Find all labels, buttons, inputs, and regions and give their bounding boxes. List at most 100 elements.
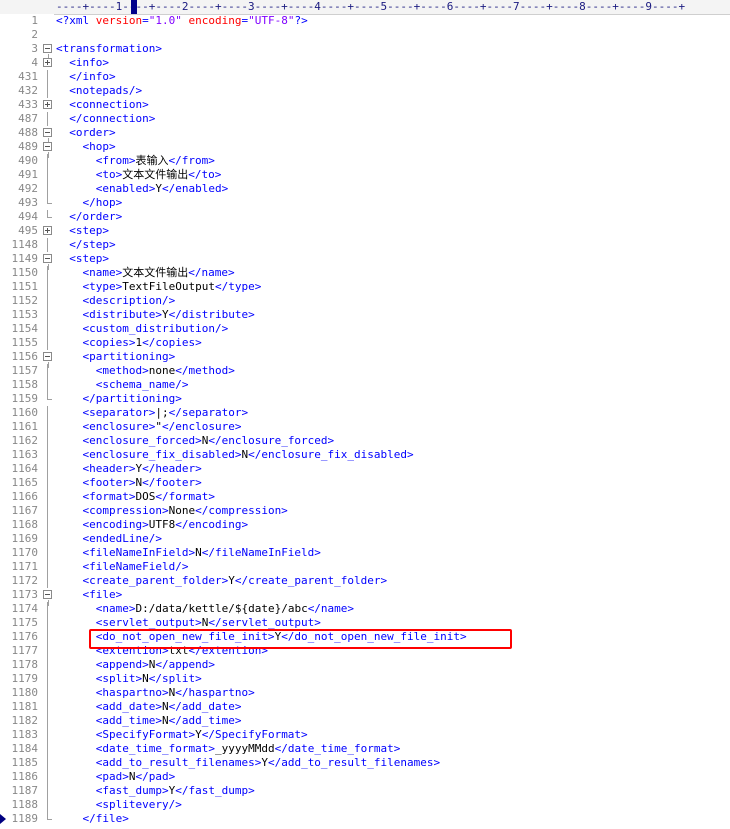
xml-tag: <name> bbox=[82, 266, 123, 279]
code-line[interactable]: 1180 <haspartno>N</haspartno> bbox=[0, 686, 730, 700]
code-line[interactable]: 1188 <splitevery/> bbox=[0, 798, 730, 812]
code-line[interactable]: 1152 <description/> bbox=[0, 294, 730, 308]
fold-collapse-icon[interactable] bbox=[43, 142, 52, 158]
xml-text: Y bbox=[155, 182, 162, 195]
line-number: 495 bbox=[18, 224, 38, 237]
code-line[interactable]: 1178 <append>N</append> bbox=[0, 658, 730, 672]
code-line[interactable]: 1148 </step> bbox=[0, 238, 730, 252]
code-line[interactable]: 1149 <step> bbox=[0, 252, 730, 270]
line-content: <date_time_format>_yyyyMMdd</date_time_f… bbox=[56, 742, 401, 756]
xml-tag: <?xml bbox=[56, 14, 96, 27]
fold-collapse-icon[interactable] bbox=[43, 128, 52, 144]
code-line[interactable]: 1 <?xml version="1.0" encoding="UTF-8"?> bbox=[0, 14, 730, 28]
fold-expand-icon[interactable] bbox=[43, 226, 52, 235]
code-line[interactable]: 1179 <split>N</split> bbox=[0, 672, 730, 686]
code-editor[interactable]: 1 <?xml version="1.0" encoding="UTF-8"?> 2… bbox=[0, 14, 730, 826]
code-line[interactable]: 1166 <format>DOS</format> bbox=[0, 490, 730, 504]
code-line[interactable]: 1158 <schema_name/> bbox=[0, 378, 730, 392]
code-line[interactable]: 494 </order> bbox=[0, 210, 730, 224]
code-line[interactable]: 1156 <partitioning> bbox=[0, 350, 730, 368]
line-content: <splitevery/> bbox=[56, 798, 182, 812]
line-content: <type>TextFileOutput</type> bbox=[56, 280, 262, 294]
code-line[interactable]: 1150 <name>文本文件输出</name> bbox=[0, 266, 730, 280]
code-line[interactable]: 1165 <footer>N</footer> bbox=[0, 476, 730, 490]
code-line[interactable]: 1187 <fast_dump>Y</fast_dump> bbox=[0, 784, 730, 798]
code-line[interactable]: 1154 <custom_distribution/> bbox=[0, 322, 730, 336]
fold-collapse-icon[interactable] bbox=[43, 352, 52, 368]
code-line[interactable]: 2 bbox=[0, 28, 730, 42]
xml-tag: <compression> bbox=[82, 504, 169, 517]
xml-text: DOS bbox=[135, 490, 156, 503]
code-line[interactable]: 432 <notepads/> bbox=[0, 84, 730, 98]
code-line[interactable]: 1175 <servlet_output>N</servlet_output> bbox=[0, 616, 730, 630]
code-line[interactable]: 491 <to>文本文件输出</to> bbox=[0, 168, 730, 182]
line-content: <append>N</append> bbox=[56, 658, 215, 672]
line-content: </partitioning> bbox=[56, 392, 182, 406]
code-line[interactable]: 495 <step> bbox=[0, 224, 730, 238]
code-line[interactable]: 1160 <separator>|;</separator> bbox=[0, 406, 730, 420]
code-line[interactable]: 493 </hop> bbox=[0, 196, 730, 210]
code-line[interactable]: 1170 <fileNameInField>N</fileNameInField… bbox=[0, 546, 730, 560]
code-line[interactable]: 1169 <endedLine/> bbox=[0, 532, 730, 546]
code-line[interactable]: 1182 <add_time>N</add_time> bbox=[0, 714, 730, 728]
code-line[interactable]: 1157 <method>none</method> bbox=[0, 364, 730, 378]
code-line[interactable]: 1162 <enclosure_forced>N</enclosure_forc… bbox=[0, 434, 730, 448]
line-content: <to>文本文件输出</to> bbox=[56, 168, 222, 182]
code-line[interactable]: 1183 <SpecifyFormat>Y</SpecifyFormat> bbox=[0, 728, 730, 742]
xml-tag: </date_time_format> bbox=[274, 742, 401, 755]
code-line[interactable]: 3 <transformation> bbox=[0, 42, 730, 60]
code-line[interactable]: 492 <enabled>Y</enabled> bbox=[0, 182, 730, 196]
code-line[interactable]: 1171 <fileNameField/> bbox=[0, 560, 730, 574]
xml-tag: </distribute> bbox=[168, 308, 255, 321]
code-line[interactable]: 487 </connection> bbox=[0, 112, 730, 126]
code-line[interactable]: 1167 <compression>None</compression> bbox=[0, 504, 730, 518]
fold-line-icon bbox=[43, 616, 52, 630]
code-line[interactable]: 4 <info> bbox=[0, 56, 730, 70]
code-line[interactable]: 489 <hop> bbox=[0, 140, 730, 158]
line-number: 492 bbox=[18, 182, 38, 195]
code-line[interactable]: 1172 <create_parent_folder>Y</create_par… bbox=[0, 574, 730, 588]
fold-expand-icon[interactable] bbox=[43, 58, 52, 67]
line-content: <connection> bbox=[56, 98, 148, 112]
xml-tag: </format> bbox=[155, 490, 215, 503]
code-line[interactable]: 1164 <header>Y</header> bbox=[0, 462, 730, 476]
code-line[interactable]: 1161 <enclosure>"</enclosure> bbox=[0, 420, 730, 434]
code-line[interactable]: 431 </info> bbox=[0, 70, 730, 84]
code-line[interactable]: 1184 <date_time_format>_yyyyMMdd</date_t… bbox=[0, 742, 730, 756]
line-number: 1170 bbox=[11, 546, 39, 559]
code-line[interactable]: 1153 <distribute>Y</distribute> bbox=[0, 308, 730, 322]
code-line[interactable]: 1181 <add_date>N</add_date> bbox=[0, 700, 730, 714]
code-line[interactable]: 1159 </partitioning> bbox=[0, 392, 730, 406]
code-line[interactable]: 488 <order> bbox=[0, 126, 730, 144]
line-content: <enclosure_forced>N</enclosure_forced> bbox=[56, 434, 335, 448]
code-line[interactable]: 1163 <enclosure_fix_disabled>N</enclosur… bbox=[0, 448, 730, 462]
code-line[interactable]: 1185 <add_to_result_filenames>Y</add_to_… bbox=[0, 756, 730, 770]
xml-tag: = bbox=[142, 14, 149, 27]
line-number: 431 bbox=[18, 70, 38, 83]
code-line[interactable]: 433 <connection> bbox=[0, 98, 730, 112]
code-line[interactable]: 1173 <file> bbox=[0, 588, 730, 606]
xml-tag: <separator> bbox=[82, 406, 156, 419]
fold-expand-icon[interactable] bbox=[43, 100, 52, 109]
fold-collapse-icon[interactable] bbox=[43, 44, 52, 60]
code-line[interactable]: 1168 <encoding>UTF8</encoding> bbox=[0, 518, 730, 532]
code-line[interactable]: 1186 <pad>N</pad> bbox=[0, 770, 730, 784]
code-line[interactable]: 1174 <name>D:/data/kettle/${date}/abc</n… bbox=[0, 602, 730, 616]
code-line[interactable]: 490 <from>表输入</from> bbox=[0, 154, 730, 168]
line-content: <hop> bbox=[56, 140, 116, 154]
line-number: 1187 bbox=[11, 784, 39, 797]
code-line[interactable]: 1189 </file> bbox=[0, 812, 730, 826]
line-number: 1153 bbox=[11, 308, 39, 321]
code-line[interactable]: 1151 <type>TextFileOutput</type> bbox=[0, 280, 730, 294]
fold-collapse-icon[interactable] bbox=[43, 254, 52, 270]
code-line[interactable]: 1155 <copies>1</copies> bbox=[0, 336, 730, 350]
line-number: 1185 bbox=[11, 756, 39, 769]
xml-tag: </order> bbox=[69, 210, 123, 223]
xml-tag: </create_parent_folder> bbox=[234, 574, 388, 587]
fold-collapse-icon[interactable] bbox=[43, 590, 52, 606]
